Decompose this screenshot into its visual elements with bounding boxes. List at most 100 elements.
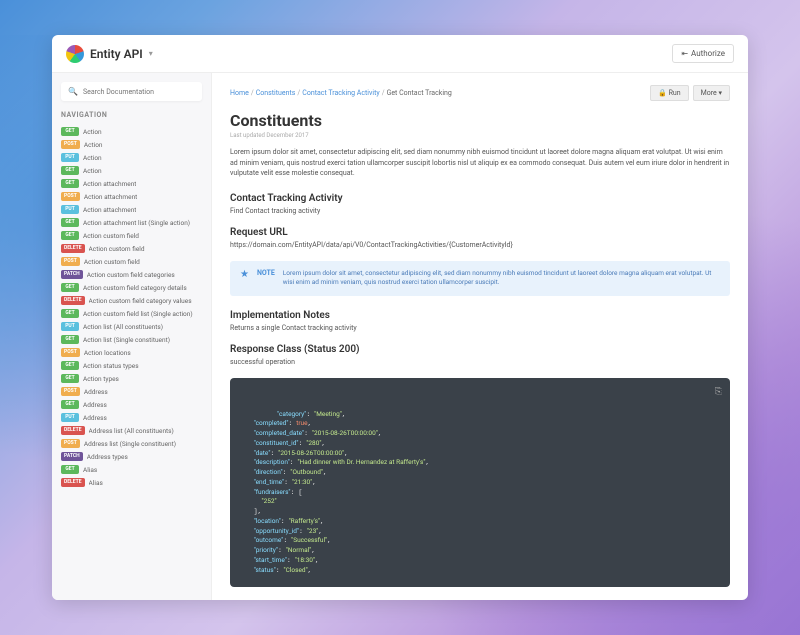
nav-label: Action attachment bbox=[83, 206, 136, 214]
nav-item[interactable]: GET Action list (Single constituent) bbox=[61, 333, 202, 346]
nav-label: Action attachment list (Single action) bbox=[83, 219, 190, 227]
nav-label: Action list (All constituents) bbox=[83, 323, 163, 331]
nav-item[interactable]: GETAction bbox=[61, 164, 202, 177]
method-badge: PUT bbox=[61, 322, 79, 331]
star-icon: ★ bbox=[240, 269, 249, 280]
nav-label: Action status types bbox=[83, 362, 139, 370]
note-label: NOTE bbox=[257, 269, 275, 277]
nav-label: Action bbox=[83, 154, 102, 162]
nav-item[interactable]: PUTAction bbox=[61, 151, 202, 164]
search-box[interactable]: 🔍 bbox=[61, 82, 202, 101]
method-badge: DELETE bbox=[61, 478, 85, 487]
copy-icon[interactable]: ⎘ bbox=[715, 386, 722, 400]
impl-heading: Implementation Notes bbox=[230, 310, 730, 321]
method-badge: GET bbox=[61, 335, 79, 344]
brand-name: Entity API bbox=[90, 47, 143, 61]
note-box: ★ NOTE Lorem ipsum dolor sit amet, conse… bbox=[230, 261, 730, 297]
nav-item[interactable]: GET Address bbox=[61, 398, 202, 411]
nav-label: Action custom field category details bbox=[83, 284, 187, 292]
breadcrumb: Home/Constituents/Contact Tracking Activ… bbox=[230, 89, 452, 97]
nav-item[interactable]: GETAction custom field bbox=[61, 229, 202, 242]
topbar: Entity API ▾ ⇤ Authorize bbox=[52, 35, 748, 73]
nav-label: Address list (Single constituent) bbox=[84, 440, 176, 448]
search-input[interactable] bbox=[83, 88, 195, 96]
nav-item[interactable]: GETAction types bbox=[61, 372, 202, 385]
nav-item[interactable]: POSTAction locations bbox=[61, 346, 202, 359]
nav-item[interactable]: POSTAction bbox=[61, 138, 202, 151]
nav-label: Action attachment bbox=[83, 180, 136, 188]
method-badge: POST bbox=[61, 348, 80, 357]
nav-item[interactable]: GETAction custom field list (Single acti… bbox=[61, 307, 202, 320]
nav-item[interactable]: PUT Action list (All constituents) bbox=[61, 320, 202, 333]
run-button[interactable]: 🔒 Run bbox=[650, 85, 689, 101]
nav-item[interactable]: POST Address list (Single constituent) bbox=[61, 437, 202, 450]
method-badge: GET bbox=[61, 465, 79, 474]
note-text: Lorem ipsum dolor sit amet, consectetur … bbox=[283, 269, 720, 289]
activity-text: Find Contact tracking activity bbox=[230, 207, 730, 215]
method-badge: DELETE bbox=[61, 426, 85, 435]
nav-label: Action custom field categories bbox=[87, 271, 175, 279]
nav-item[interactable]: POST Address bbox=[61, 385, 202, 398]
nav-item[interactable]: GET Action custom field category details bbox=[61, 281, 202, 294]
nav-label: Action custom field category values bbox=[89, 297, 192, 305]
nav-item[interactable]: POSTAction attachment bbox=[61, 190, 202, 203]
method-badge: PATCH bbox=[61, 452, 83, 461]
impl-text: Returns a single Contact tracking activi… bbox=[230, 324, 730, 332]
method-badge: POST bbox=[61, 387, 80, 396]
nav-label: Address list (All constituents) bbox=[89, 427, 174, 435]
nav-heading: NAVIGATION bbox=[61, 111, 202, 119]
nav-item[interactable]: DELETEAlias bbox=[61, 476, 202, 489]
nav-list: GET Action POSTActionPUTAction GET Action GET… bbox=[61, 125, 202, 489]
method-badge: GET bbox=[61, 231, 79, 240]
search-icon: 🔍 bbox=[68, 87, 78, 96]
breadcrumb-item[interactable]: Constituents bbox=[256, 89, 296, 97]
method-badge: POST bbox=[61, 439, 80, 448]
nav-label: Action custom field list (Single action) bbox=[83, 310, 193, 318]
nav-item[interactable]: POST Action custom field bbox=[61, 255, 202, 268]
authorize-button[interactable]: ⇤ Authorize bbox=[672, 44, 734, 63]
method-badge: GET bbox=[61, 166, 79, 175]
more-button[interactable]: More ▾ bbox=[693, 85, 730, 101]
nav-item[interactable]: DELETE Action custom field bbox=[61, 242, 202, 255]
response-heading: Response Class (Status 200) bbox=[230, 344, 730, 355]
response-text: successful operation bbox=[230, 358, 730, 366]
breadcrumb-item[interactable]: Home bbox=[230, 89, 249, 97]
method-badge: GET bbox=[61, 283, 79, 292]
brand[interactable]: Entity API ▾ bbox=[66, 45, 153, 63]
method-badge: DELETE bbox=[61, 244, 85, 253]
method-badge: POST bbox=[61, 192, 80, 201]
nav-item[interactable]: DELETE Address list (All constituents) bbox=[61, 424, 202, 437]
method-badge: PUT bbox=[61, 205, 79, 214]
nav-label: Address bbox=[84, 388, 108, 396]
main-content: Home/Constituents/Contact Tracking Activ… bbox=[212, 73, 748, 600]
nav-item[interactable]: PUT Action attachment bbox=[61, 203, 202, 216]
request-url-heading: Request URL bbox=[230, 227, 730, 238]
chevron-down-icon: ▾ bbox=[149, 49, 153, 58]
activity-heading: Contact Tracking Activity bbox=[230, 193, 730, 204]
breadcrumb-item[interactable]: Contact Tracking Activity bbox=[302, 89, 379, 97]
nav-item[interactable]: GETAction attachment bbox=[61, 177, 202, 190]
nav-item[interactable]: GET Action bbox=[61, 125, 202, 138]
method-badge: GET bbox=[61, 400, 79, 409]
nav-item[interactable]: GET Action status types bbox=[61, 359, 202, 372]
nav-label: Action custom field bbox=[89, 245, 145, 253]
nav-label: Action custom field bbox=[84, 258, 140, 266]
nav-label: Action list (Single constituent) bbox=[83, 336, 170, 344]
method-badge: GET bbox=[61, 127, 79, 136]
nav-label: Alias bbox=[83, 466, 97, 474]
nav-item[interactable]: PUTAddress bbox=[61, 411, 202, 424]
request-url: https://domain.com/EntityAPI/data/api/V0… bbox=[230, 241, 730, 249]
page-title: Constituents bbox=[230, 111, 730, 130]
nav-label: Action bbox=[83, 128, 102, 136]
nav-item[interactable]: GETAction attachment list (Single action… bbox=[61, 216, 202, 229]
nav-item[interactable]: PATCH Address types bbox=[61, 450, 202, 463]
nav-label: Address types bbox=[87, 453, 128, 461]
nav-item[interactable]: PATCHAction custom field categories bbox=[61, 268, 202, 281]
nav-label: Address bbox=[83, 401, 107, 409]
method-badge: POST bbox=[61, 257, 80, 266]
nav-item[interactable]: GET Alias bbox=[61, 463, 202, 476]
method-badge: GET bbox=[61, 361, 79, 370]
nav-item[interactable]: DELETEAction custom field category value… bbox=[61, 294, 202, 307]
sidebar: 🔍 NAVIGATION GETActionPOSTActionPUTActio… bbox=[52, 73, 212, 600]
authorize-label: Authorize bbox=[691, 49, 725, 58]
